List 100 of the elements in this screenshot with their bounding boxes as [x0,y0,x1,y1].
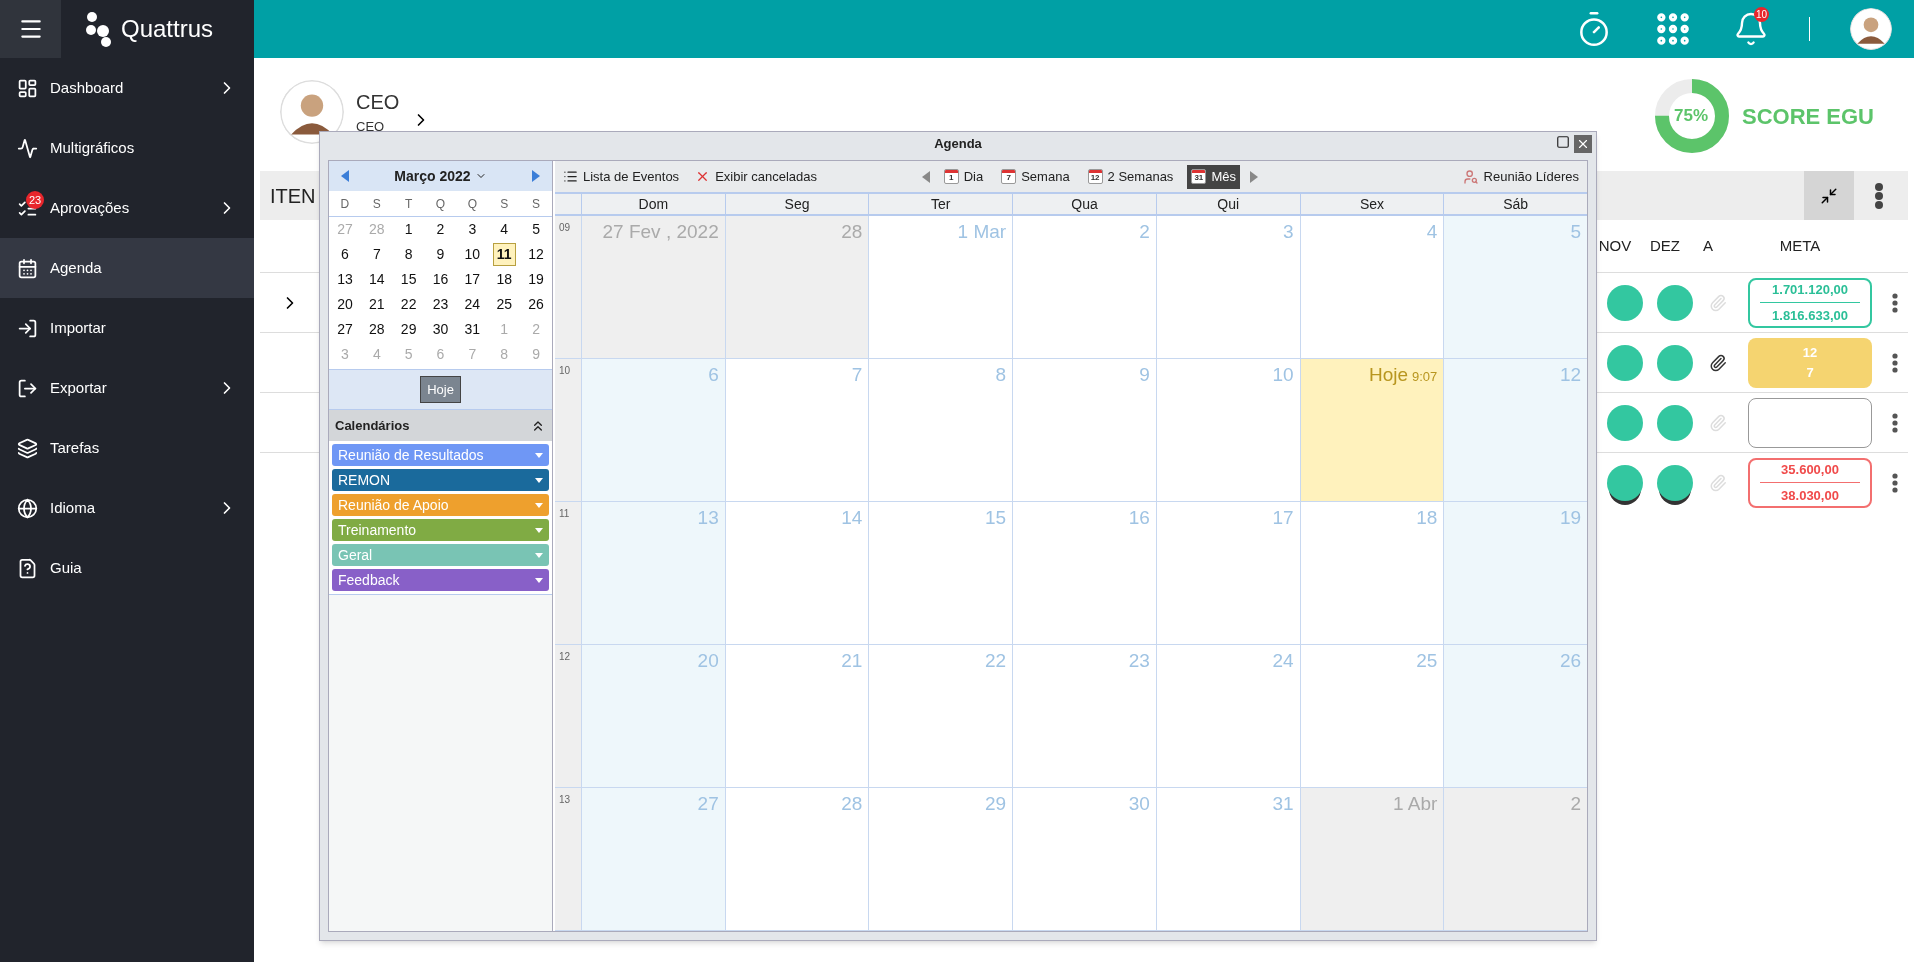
sidebar-item[interactable]: 23 Aprovações [0,178,254,238]
next-arrow-icon[interactable] [532,170,540,182]
week-number: 12 [555,645,581,787]
mini-calendar-day[interactable]: 24 [461,294,484,315]
mini-calendar-day[interactable]: 17 [461,269,484,290]
day-cell[interactable]: 28 [724,216,869,358]
mini-calendar-day[interactable]: 8 [401,244,416,265]
weekday-label: S [371,195,382,213]
sidebar-item[interactable]: Importar [0,298,254,358]
mini-calendar-day[interactable]: 1 [401,219,416,240]
menu-button[interactable] [0,0,61,58]
mini-calendar-day[interactable]: 25 [493,294,515,315]
mini-calendar-day[interactable]: 21 [366,294,388,315]
mini-calendar-day[interactable]: 10 [461,244,484,265]
day-cell[interactable]: Hoje 9:07 [1299,359,1444,501]
view-tab[interactable]: 1 Dia [939,164,988,189]
mini-calendar-day[interactable]: 19 [525,269,547,290]
mini-calendar-day[interactable]: 30 [429,319,452,340]
mini-calendar-day[interactable]: 14 [366,269,388,290]
mini-calendar-day[interactable]: 20 [334,294,356,315]
mini-calendar-day[interactable]: 31 [461,319,484,340]
view-tab[interactable]: 12 2 Semanas [1083,164,1178,189]
mini-calendar-day[interactable]: 16 [429,269,452,290]
dropdown-caret-icon[interactable] [535,452,543,458]
maximize-icon[interactable] [1556,135,1570,149]
mini-calendar-day[interactable]: 2 [433,219,448,240]
column-header: DEZ [1649,235,1681,256]
notifications-icon[interactable] [1733,11,1769,47]
sidebar-item[interactable]: Tarefas [0,418,254,478]
mini-calendar-day[interactable]: 12 [525,244,547,265]
mini-calendar-day[interactable]: 6 [338,244,352,265]
mini-calendar-day[interactable]: 29 [397,319,420,340]
weekday-label: S [499,195,510,213]
sidebar-item[interactable]: Exportar [0,358,254,418]
mini-calendar-day[interactable]: 9 [433,244,448,265]
notification-badge: 10 [1754,7,1769,22]
calendar-item[interactable]: Feedback [332,569,549,591]
calendar-item[interactable]: Geral [332,544,549,566]
view-tab[interactable]: 7 Semana [997,164,1074,189]
mini-calendar-day[interactable]: 23 [429,294,452,315]
day-cell[interactable]: 2 [1443,788,1588,930]
row-menu-icon[interactable] [1892,352,1898,373]
mini-calendar-day[interactable]: 5 [401,344,416,365]
day-cell[interactable]: 1 Abr [1299,788,1444,930]
mini-calendar-day[interactable]: 2 [529,319,543,340]
dropdown-caret-icon[interactable] [535,477,543,483]
mini-calendar-day[interactable]: 7 [369,244,384,265]
mini-calendar-day[interactable]: 6 [433,344,448,365]
row-menu-icon[interactable] [1892,292,1898,313]
close-icon [1576,137,1590,151]
mini-calendar-day[interactable]: 28 [366,219,388,240]
mini-calendar-day[interactable]: 4 [497,219,512,240]
mini-calendar-day[interactable]: 3 [338,344,352,365]
row-menu-icon[interactable] [1892,412,1898,433]
dropdown-caret-icon[interactable] [535,577,543,583]
toolbar-button[interactable]: Exibir canceladas [695,166,817,187]
sidebar-item[interactable]: Dashboard [0,58,254,118]
mini-calendar-day[interactable]: 11 [492,243,516,266]
meta-value-box: 35.600,00 38.030,00 [1748,457,1872,508]
dropdown-caret-icon[interactable] [535,527,543,533]
mini-calendar-day[interactable]: 27 [334,319,356,340]
view-tab[interactable]: 31 Mês [1187,164,1240,189]
paperclip-icon[interactable] [1709,353,1727,372]
score-label: SCORE EGU [1741,102,1874,131]
calendar-item[interactable]: Reunião de Apoio [332,494,549,516]
calendar-item[interactable]: Treinamento [332,519,549,541]
mini-calendar-day[interactable]: 7 [465,344,480,365]
menu-item-label: Importar [50,317,107,338]
day-cell[interactable]: 27 Fev , 2022 [581,216,725,358]
today-button[interactable]: Hoje [420,375,461,404]
mini-calendar-day[interactable]: 5 [529,219,543,240]
sidebar-item[interactable]: Agenda [0,238,254,298]
mini-calendar-day[interactable]: 26 [525,294,547,315]
previous-arrow-icon[interactable] [341,170,349,182]
mini-calendar-day[interactable]: 8 [497,344,512,365]
calendar-page-icon: 7 [1001,169,1017,184]
profile-role: CEO [356,118,386,137]
toolbar-button[interactable]: Lista de Eventos [563,166,680,187]
sidebar-item[interactable]: Guia [0,538,254,598]
mini-calendar-day[interactable]: 18 [493,269,515,290]
mini-calendar-day[interactable]: 22 [397,294,420,315]
menu-item-label: Tarefas [50,437,101,458]
calendar-item[interactable]: REMON [332,469,549,491]
sidebar-item[interactable]: Idioma [0,478,254,538]
next-arrow-icon[interactable] [1249,170,1258,183]
row-menu-icon[interactable] [1892,472,1898,493]
mini-calendar-day[interactable]: 27 [334,219,356,240]
mini-calendar-day[interactable]: 4 [369,344,384,365]
mini-calendar-day[interactable]: 13 [334,269,356,290]
sidebar-item[interactable]: Multigráficos [0,118,254,178]
calendar-item[interactable]: Reunião de Resultados [332,444,549,466]
mini-calendar-day[interactable]: 15 [397,269,420,290]
filter-button[interactable]: Reunião Líderes [1462,166,1579,187]
mini-calendar-day[interactable]: 3 [465,219,480,240]
mini-calendar-day[interactable]: 28 [366,319,388,340]
previous-arrow-icon[interactable] [921,170,930,183]
calendar-page-icon: 31 [1191,169,1207,184]
close-button[interactable] [1574,135,1592,153]
mini-calendar-day[interactable]: 1 [497,319,512,340]
mini-calendar-day[interactable]: 9 [529,344,543,365]
